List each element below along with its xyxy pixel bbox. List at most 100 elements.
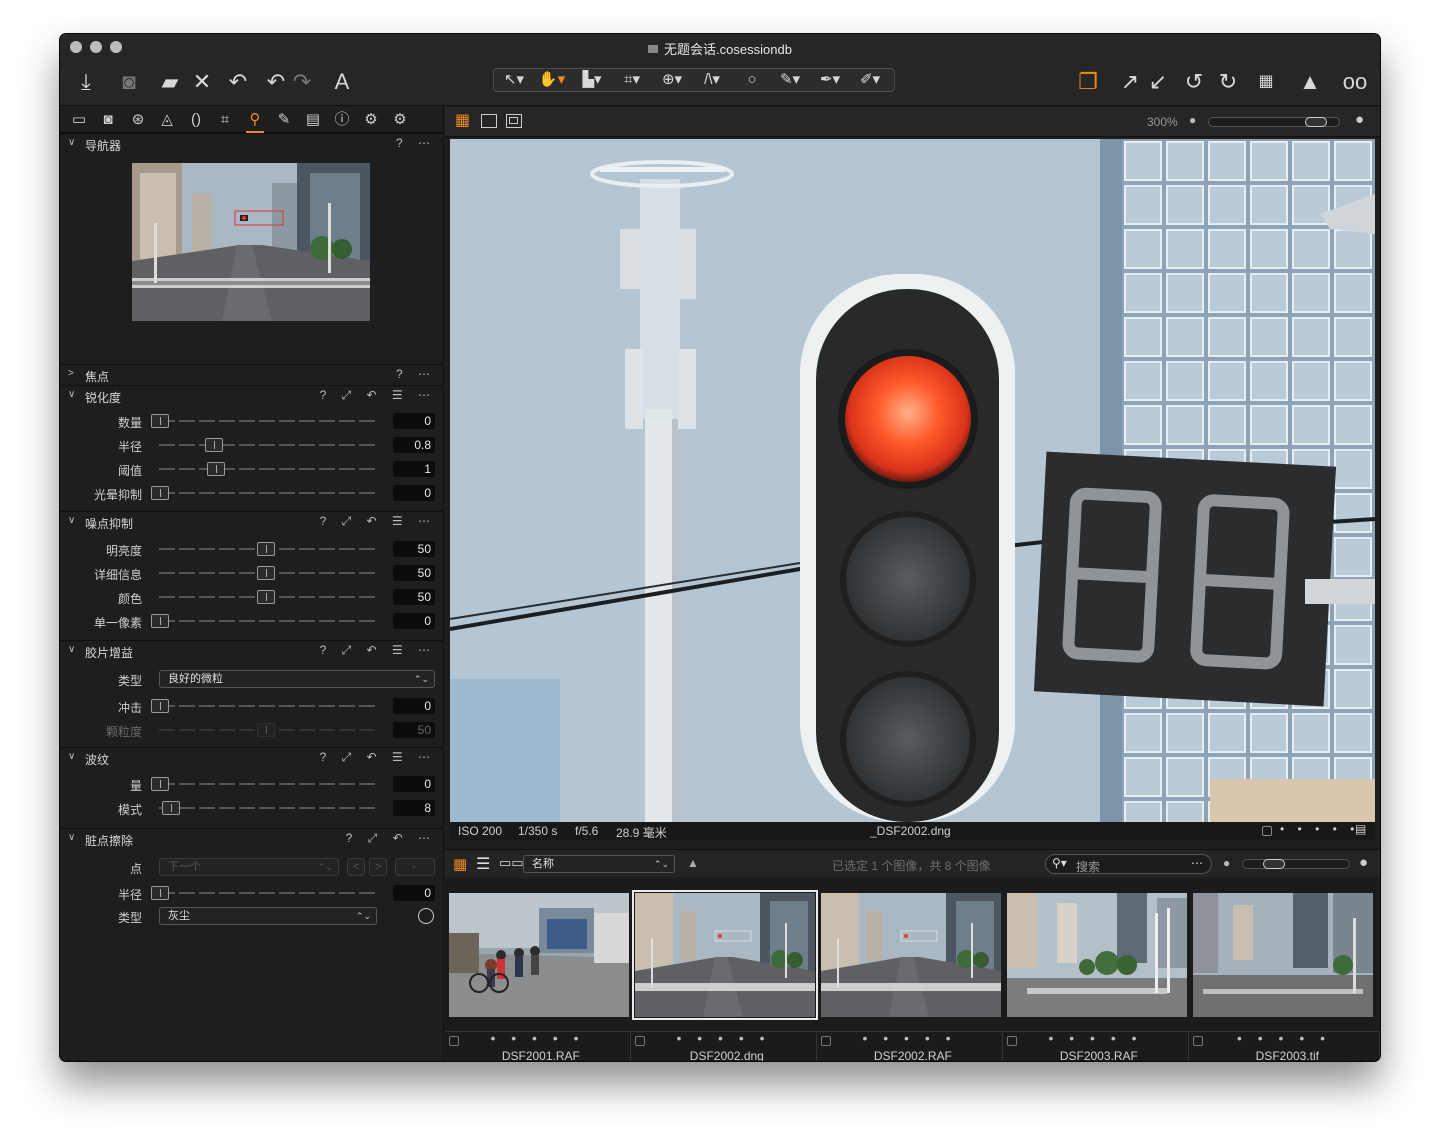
undo-alt-icon[interactable]: ↶ — [262, 68, 290, 96]
thumbnail-rating[interactable]: • • • • • — [817, 1030, 1002, 1046]
grain-impact-slider[interactable] — [151, 699, 377, 713]
noise-detail-value[interactable]: 50 — [393, 565, 435, 581]
picker-icon[interactable]: ✒▾ — [812, 69, 848, 91]
paste-adjustments-icon[interactable]: ↙ — [1144, 68, 1172, 96]
delete-icon[interactable]: ✕ — [188, 68, 216, 96]
thumbnail-rating[interactable]: • • • • • — [631, 1030, 816, 1046]
sharpen-amount-value[interactable]: 0 — [393, 413, 435, 429]
zoom-slider-knob[interactable] — [1305, 117, 1327, 127]
select-checkbox[interactable] — [1262, 826, 1272, 836]
thumbnail-image-selected[interactable] — [632, 890, 818, 1020]
main-image-viewer[interactable] — [450, 139, 1375, 822]
grain-type-select[interactable]: 良好的微粒 ⌃⌄ — [159, 670, 435, 688]
slider-knob[interactable] — [257, 723, 275, 737]
sharpening-header[interactable]: ∨ 锐化度 ? ⤢ ↶ ☰ ⋯ — [60, 385, 444, 405]
list-view-icon[interactable]: ☰ — [476, 854, 490, 874]
moire-pattern-slider[interactable] — [159, 801, 377, 815]
zoom-slider[interactable] — [1208, 117, 1340, 127]
dust-prev-button[interactable]: < — [347, 858, 365, 876]
moire-pattern-value[interactable]: 8 — [393, 800, 435, 816]
thumbnail-grid-icon[interactable]: ▦ — [453, 855, 467, 873]
spot-circle-icon[interactable] — [418, 908, 434, 924]
rotate-icon[interactable]: ⊕▾ — [654, 69, 690, 91]
slider-knob[interactable] — [151, 614, 169, 628]
thumbnail-image[interactable] — [821, 893, 1001, 1017]
section-controls[interactable]: ? ⤢ ↶ ☰ ⋯ — [320, 514, 436, 529]
dust-radius-value[interactable]: 0 — [393, 885, 435, 901]
grid-icon[interactable]: ▦ — [1252, 68, 1280, 96]
rotate-right-icon[interactable]: ↻ — [1214, 68, 1242, 96]
sort-direction-icon[interactable]: ▲ — [687, 856, 699, 870]
thumbnail-rating[interactable]: • • • • • — [445, 1030, 630, 1046]
exposure-tab-icon[interactable]: ◬ — [156, 110, 178, 130]
rotate-left-icon[interactable]: ↺ — [1180, 68, 1208, 96]
thumbnail-image[interactable] — [449, 893, 629, 1017]
moire-amount-slider[interactable] — [151, 777, 377, 791]
zoom-level[interactable]: 300% — [1147, 115, 1178, 129]
sharpen-amount-slider[interactable] — [151, 414, 377, 428]
crop-icon[interactable]: ⌗▾ — [614, 69, 650, 91]
camera-icon[interactable]: ◙ — [115, 68, 143, 96]
slider-knob[interactable] — [151, 699, 169, 713]
navigator-header[interactable]: ∨ 导航器 ? ⋯ — [60, 133, 444, 153]
grid-view-icon[interactable]: ▦ — [455, 113, 473, 129]
halo-suppression-slider[interactable] — [151, 486, 377, 500]
slider-knob[interactable] — [207, 462, 225, 476]
crop-tab-icon[interactable]: ⌗ — [214, 110, 236, 130]
output-tab-icon[interactable]: ▤ — [302, 110, 324, 130]
search-field[interactable]: ⚲▾ 搜索 ⋯ — [1045, 854, 1212, 874]
dust-radius-slider[interactable] — [151, 886, 377, 900]
dust-point-select[interactable]: 下一个 ⌃⌄ — [159, 858, 339, 876]
section-controls[interactable]: ? ⋯ — [396, 136, 436, 150]
slider-knob[interactable] — [257, 566, 275, 580]
noise-header[interactable]: ∨ 噪点抑制 ? ⤢ ↶ ☰ ⋯ — [60, 511, 444, 531]
details-tab-icon[interactable]: ⚲ — [244, 110, 266, 133]
warning-icon[interactable]: ▲ — [1296, 68, 1324, 96]
thumbnail-image[interactable] — [1007, 893, 1187, 1017]
section-controls[interactable]: ? ⤢ ↶ ☰ ⋯ — [320, 388, 436, 403]
lens-tab-icon[interactable]: () — [185, 110, 207, 130]
color-tab-icon[interactable]: ⊛ — [127, 110, 149, 130]
proof-glasses-icon[interactable]: oo — [1338, 68, 1372, 96]
slider-knob[interactable] — [151, 486, 169, 500]
slider-knob[interactable] — [151, 414, 169, 428]
pan-hand-icon[interactable]: ✋▾ — [534, 69, 570, 91]
filmstrip-view-icon[interactable]: ▭▭ — [499, 855, 524, 871]
thumbnail-rating[interactable]: • • • • • — [1003, 1030, 1188, 1046]
sort-select[interactable]: 名称 ⌃⌄ — [523, 855, 675, 873]
section-controls[interactable]: ? ⤢ ↶ ☰ ⋯ — [320, 643, 436, 658]
moire-amount-value[interactable]: 0 — [393, 776, 435, 792]
slider-knob[interactable] — [257, 542, 275, 556]
grain-granularity-slider[interactable] — [159, 723, 377, 737]
sharpen-radius-value[interactable]: 0.8 — [393, 437, 435, 453]
dust-dash-field[interactable]: - — [395, 858, 435, 876]
undo-icon[interactable]: ↶ — [224, 68, 252, 96]
library-tab-icon[interactable]: ▭ — [68, 110, 90, 130]
sharpen-threshold-value[interactable]: 1 — [393, 461, 435, 477]
navigator-preview[interactable] — [132, 163, 370, 321]
noise-color-slider[interactable] — [159, 590, 377, 604]
apply-adjustments-icon[interactable]: ↗ — [1116, 68, 1144, 96]
grain-impact-value[interactable]: 0 — [393, 698, 435, 714]
compare-view-icon[interactable] — [506, 114, 522, 128]
slider-knob[interactable] — [205, 438, 223, 452]
batch-tab-icon[interactable]: ⚙ — [389, 110, 411, 130]
more-icon[interactable]: ⋯ — [1191, 856, 1203, 870]
thumbnail-size-slider[interactable] — [1242, 859, 1350, 869]
brush-icon[interactable]: ✎▾ — [772, 69, 808, 91]
dust-next-button[interactable]: > — [369, 858, 387, 876]
noise-detail-slider[interactable] — [159, 566, 377, 580]
slider-knob[interactable] — [162, 801, 180, 815]
moire-header[interactable]: ∨ 波纹 ? ⤢ ↶ ☰ ⋯ — [60, 747, 444, 767]
grain-granularity-value[interactable]: 50 — [393, 722, 435, 738]
spot-removal-icon[interactable]: ○ — [734, 69, 770, 91]
sharpen-threshold-slider[interactable] — [159, 462, 377, 476]
dust-type-select[interactable]: 灰尘 ⌃⌄ — [159, 907, 377, 925]
import-icon[interactable]: ⤓ — [72, 68, 100, 96]
loupe-icon[interactable]: ▙▾ — [574, 69, 610, 91]
local-adjust-tab-icon[interactable]: ✎ — [273, 110, 295, 130]
rating-dots[interactable]: • • • • • — [1280, 822, 1359, 836]
info-icon[interactable]: ▤ — [1355, 822, 1366, 836]
eraser-icon[interactable]: ✐▾ — [852, 69, 888, 91]
section-controls[interactable]: ? ⤢ ↶ ☰ ⋯ — [320, 750, 436, 765]
